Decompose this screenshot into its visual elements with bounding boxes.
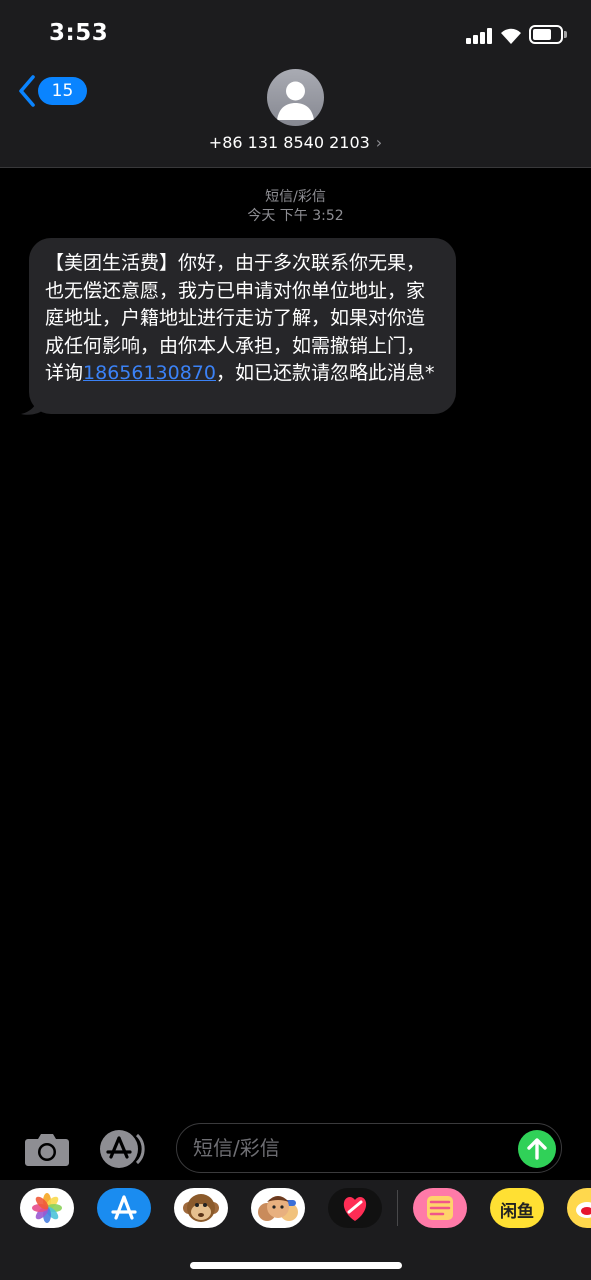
app-store-icon[interactable] — [97, 1188, 151, 1228]
phone-number-link[interactable]: 18656130870 — [83, 362, 216, 384]
photos-icon[interactable] — [20, 1188, 74, 1228]
camera-icon[interactable] — [24, 1131, 70, 1167]
weibo-app-icon[interactable] — [567, 1188, 591, 1228]
cellular-signal-icon — [466, 28, 492, 44]
wifi-icon — [501, 28, 521, 44]
contact-avatar[interactable] — [267, 69, 324, 126]
unread-count-badge: 15 — [38, 77, 87, 105]
chevron-right-icon: › — [375, 133, 383, 152]
message-timestamp: 今天 下午 3:52 — [247, 208, 344, 224]
contact-name[interactable]: +86 131 8540 2103 › — [0, 133, 591, 152]
home-indicator — [190, 1262, 402, 1269]
xianyu-app-icon[interactable]: 闲鱼 — [490, 1188, 544, 1228]
status-bar: 3:53 — [0, 0, 591, 70]
message-service-label: 短信/彩信 — [265, 189, 326, 205]
person-icon — [277, 81, 314, 120]
drawer-divider — [397, 1190, 398, 1226]
message-text-end: ，如已还款请忽略此消息* — [216, 362, 435, 384]
app-store-button[interactable] — [99, 1129, 151, 1169]
status-time: 3:53 — [49, 20, 109, 46]
battery-icon — [529, 25, 563, 44]
incoming-message-bubble[interactable]: 【美团生活费】你好，由于多次联系你无果，也无偿还意愿，我方已申请对你单位地址，家… — [29, 238, 456, 414]
send-button[interactable] — [518, 1130, 556, 1168]
xianyu-app-label: 闲鱼 — [500, 1202, 534, 1222]
monkey-animoji-icon[interactable] — [174, 1188, 228, 1228]
digital-touch-icon[interactable] — [328, 1188, 382, 1228]
message-input[interactable] — [193, 1124, 513, 1171]
back-button[interactable]: 15 — [14, 74, 87, 108]
memoji-icon[interactable] — [251, 1188, 305, 1228]
chevron-left-icon — [19, 75, 35, 107]
arrow-up-icon — [527, 1138, 547, 1160]
contact-number: +86 131 8540 2103 — [208, 133, 370, 152]
sticker-app-icon[interactable] — [413, 1188, 467, 1228]
message-input-field[interactable] — [176, 1123, 562, 1173]
